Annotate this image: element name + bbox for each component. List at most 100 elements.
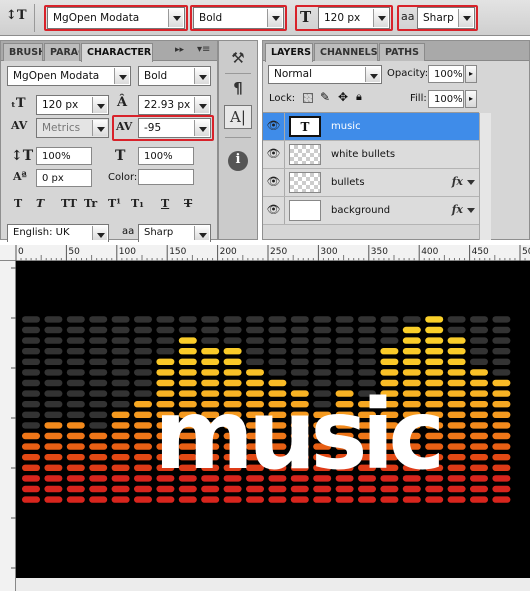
layers-scrollbar[interactable] [479,113,491,240]
info-icon[interactable]: i [228,151,248,171]
equalizer-bar-unlit [335,337,354,344]
equalizer-bar-lit [492,485,511,493]
chevron-down-icon[interactable] [467,180,475,185]
equalizer-bar-unlit [111,316,130,323]
equalizer-bar-lit [134,475,152,482]
layer-row-background[interactable]: 👁︎ background fx [263,197,479,225]
equalizer-bar-lit [425,496,444,503]
tracking-field[interactable]: -95 [138,118,211,138]
equalizer-bar-lit [492,422,511,429]
equalizer-bar-lit [44,443,63,450]
ruler-label: 200 [220,247,237,257]
antialias-dropdown[interactable]: Sharp [138,224,211,242]
baseline-shift-field[interactable]: 0 px [36,169,92,187]
layer-row-white-bullets[interactable]: 👁︎ white bullets [263,141,479,169]
equalizer-bar-lit [156,358,175,365]
font-style-dropdown[interactable]: Bold [193,7,284,29]
layer-name: background [331,205,391,216]
vertical-scale-field[interactable]: 100% [36,147,92,165]
eye-icon[interactable]: 👁︎ [263,113,285,140]
equalizer-bar-unlit [358,358,376,365]
small-caps-button[interactable]: Tr [84,197,97,210]
equalizer-bar-unlit [66,348,85,355]
paragraph-icon[interactable]: ¶ [224,77,252,101]
tab-channels[interactable]: CHANNELS [314,43,378,61]
tab-character[interactable]: CHARACTER [81,43,153,62]
equalizer-bar-lit [425,337,444,344]
underline-button[interactable]: T [161,197,169,210]
antialias-dropdown[interactable]: Sharp [417,7,475,29]
equalizer-bar-unlit [268,369,287,376]
blend-mode-dropdown[interactable]: Normal [268,65,382,84]
fill-slider-button[interactable]: ▸ [465,90,477,108]
equalizer-bar-unlit [89,369,108,376]
fill-field[interactable]: 100% [428,90,464,108]
ruler-label: 450 [472,247,489,257]
text-tool-icon[interactable]: ↕T [6,8,27,23]
strikethrough-button[interactable]: T [184,197,192,210]
character-icon[interactable]: A| [224,105,252,129]
faux-italic-button[interactable]: T [36,197,44,210]
brush-icon[interactable]: ⚒ [224,47,252,71]
collapse-icon[interactable]: ▸▸ [175,45,184,55]
equalizer-bar-unlit [66,390,85,397]
layer-row-bullets[interactable]: 👁︎ bullets fx [263,169,479,197]
equalizer-bar-lit [470,369,488,376]
tab-paths[interactable]: PATHS [379,43,425,61]
chevron-down-icon[interactable] [467,208,475,213]
language-dropdown[interactable]: English: UK [7,224,109,242]
equalizer-bar-lit [447,454,466,461]
equalizer-bar-unlit [492,348,511,355]
superscript-button[interactable]: T¹ [108,197,121,210]
opacity-field[interactable]: 100% [428,65,464,83]
equalizer-bar-lit [470,401,488,408]
subscript-button[interactable]: T₁ [131,197,144,210]
equalizer-bar-lit [425,358,444,365]
kerning-field[interactable]: Metrics [36,118,109,138]
lock-transparent-icon[interactable] [303,93,313,103]
equalizer-bar-unlit [268,358,287,365]
tab-layers[interactable]: LAYERS [265,43,313,62]
eye-icon[interactable]: 👁︎ [263,141,285,168]
antialias-value: Sharp [144,227,174,238]
equalizer-bar-unlit [313,326,332,334]
equalizer-bar-unlit [134,369,152,376]
eye-icon[interactable]: 👁︎ [263,197,285,224]
tab-paragraph[interactable]: PARAGRAPH [44,43,80,61]
music-text: music [154,379,445,491]
equalizer-bar-lit [402,326,421,334]
color-label: Color: [108,172,138,183]
opacity-slider-button[interactable]: ▸ [465,65,477,83]
panel-menu-icon[interactable]: ▾≡ [197,44,210,55]
tab-brush[interactable]: BRUSH [3,43,43,61]
equalizer-bar-lit [178,496,197,503]
equalizer-bar-unlit [290,316,309,323]
all-caps-button[interactable]: TT [61,197,77,210]
tab-label: PARAGRAPH [50,47,79,58]
lock-all-icon[interactable]: 🔒︎ [356,90,362,104]
color-swatch[interactable] [138,169,194,185]
layer-row-music[interactable]: 👁︎ T music [263,113,479,141]
lock-image-icon[interactable]: ✎ [320,90,330,104]
font-size-dropdown[interactable]: 120 px [318,7,390,29]
equalizer-bar-unlit [470,358,488,365]
equalizer-bar-unlit [268,337,287,344]
leading-field[interactable]: 22.93 px [138,95,211,115]
lock-position-icon[interactable]: ✥ [338,90,348,104]
horizontal-scale-field[interactable]: 100% [138,147,194,165]
equalizer-bar-unlit [335,369,354,376]
font-family-dropdown[interactable]: MgOpen Modata [7,66,131,86]
fx-icon[interactable]: fx [452,203,463,216]
document-canvas[interactable]: music [16,261,530,591]
equalizer-bar-lit [402,358,421,365]
ruler-ticks: 0 50 100 150 200 250 300 350 400 450 500 [15,245,530,261]
equalizer-bar-lit [470,475,488,482]
font-family-dropdown[interactable]: MgOpen Modata [47,7,185,29]
fx-icon[interactable]: fx [452,175,463,188]
equalizer-bar-unlit [470,348,488,355]
eye-icon[interactable]: 👁︎ [263,169,285,196]
faux-bold-button[interactable]: T [14,197,22,210]
font-size-field[interactable]: 120 px [36,95,109,115]
font-style-dropdown[interactable]: Bold [138,66,211,86]
ruler-label: 500 [522,247,530,257]
